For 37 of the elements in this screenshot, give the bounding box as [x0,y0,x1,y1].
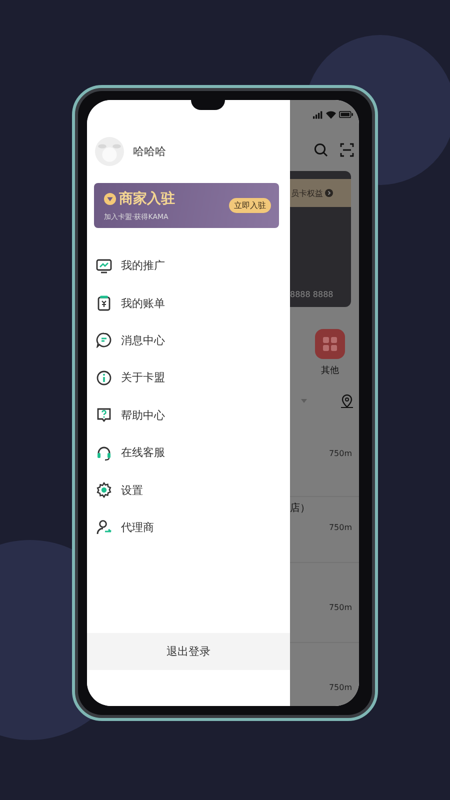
settings-icon [96,482,112,498]
bill-icon [96,295,112,312]
distance-text: 750m [328,449,352,458]
avatar-icon [95,136,124,166]
member-card[interactable]: 员卡权益 8888 8888 [290,171,351,307]
camera-notch [191,100,225,110]
search-icon[interactable] [314,143,328,157]
info-icon [96,370,112,386]
menu-item[interactable]: 消息中心 [87,322,290,360]
chart-icon [96,258,112,274]
question-icon [96,407,112,424]
person-icon [96,519,112,536]
shortcut-label: 其他 [321,364,339,377]
arrow-icon [325,189,333,197]
wifi-icon [326,110,336,118]
menu-item[interactable]: 关于卡盟 [87,359,290,397]
location-icon[interactable] [340,394,354,408]
menu-item[interactable]: 我的推广 [87,247,290,284]
battery-icon [339,111,353,118]
join-button[interactable]: 立即入驻 [229,198,271,213]
distance-text: 750m [328,523,352,532]
chat-icon [96,332,112,348]
logout-button[interactable]: 退出登录 [87,633,290,670]
banner-title: 商家入驻 [119,190,175,208]
distance-text: 750m [328,603,352,612]
menu-item[interactable]: 我的账单 [87,284,290,322]
menu-item[interactable]: 帮助中心 [87,396,290,434]
headset-icon [96,444,112,461]
menu-item[interactable]: 在线客服 [87,434,290,472]
store-name: 店） [290,502,311,515]
scan-icon[interactable] [340,143,354,157]
user-name: 哈哈哈 [133,144,166,158]
distance-text: 750m [328,683,352,692]
menu-item[interactable]: 代理商 [87,508,290,546]
card-number: 8888 8888 [290,290,334,299]
menu-item[interactable]: 设置 [87,471,290,509]
signal-icon [313,110,323,118]
